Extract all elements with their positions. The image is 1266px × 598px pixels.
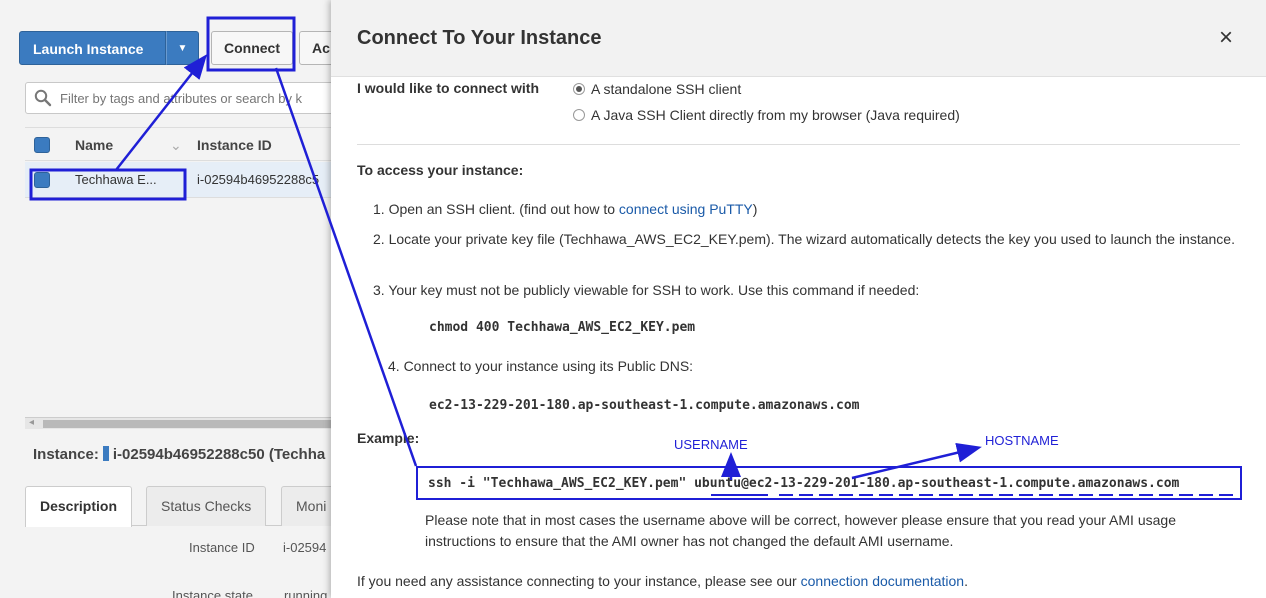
instance-text: i-02594b46952288c50 (Techha	[112, 446, 326, 463]
radio-unchecked-icon[interactable]	[573, 109, 585, 121]
divider	[357, 144, 1240, 145]
horizontal-scrollbar[interactable]: ◂	[25, 417, 331, 429]
username-note: Please note that in most cases the usern…	[425, 512, 1176, 549]
row-checkbox[interactable]	[34, 172, 50, 188]
putty-link[interactable]: connect using PuTTY	[619, 201, 753, 217]
table-row[interactable]: Techhawa E... i-02594b46952288c5	[25, 162, 331, 198]
row-name: Techhawa E...	[75, 172, 157, 187]
column-instance-id[interactable]: Instance ID	[197, 137, 272, 153]
step-4: 4. Connect to your instance using its Pu…	[388, 358, 694, 374]
scroll-left-icon[interactable]: ◂	[29, 417, 34, 428]
sort-icon[interactable]: ⌄	[170, 137, 182, 154]
desc-instance-state-label: Instance state	[172, 588, 253, 598]
option-standalone-label: A standalone SSH client	[591, 81, 742, 97]
option-java-label: A Java SSH Client directly from my brows…	[591, 107, 960, 123]
desc-instance-id-value: i-02594	[283, 540, 327, 555]
assistance-suffix: .	[964, 573, 968, 589]
launch-dropdown-button[interactable]: ▼	[166, 31, 199, 65]
instance-prefix: Instance:	[33, 446, 99, 463]
launch-instance-button[interactable]: Launch Instance	[19, 31, 166, 65]
instances-toolbar: Launch Instance ▼ Connect Ac	[0, 20, 331, 72]
actions-button[interactable]: Ac	[299, 31, 331, 65]
filter-bar[interactable]	[25, 82, 331, 114]
scroll-thumb[interactable]	[43, 420, 331, 428]
step-1-suffix: )	[752, 201, 758, 217]
assistance-note: If you need any assistance connecting to…	[357, 573, 968, 589]
ec2-console: Launch Instance ▼ Connect Ac Name ⌄ Inst…	[0, 0, 331, 598]
hostname-annotation: HOSTNAME	[985, 433, 1059, 448]
step-2: 2. Locate your private key file (Techhaw…	[373, 231, 1235, 247]
step-3: 3. Your key must not be publicly viewabl…	[373, 282, 920, 298]
step-1-text: 1. Open an SSH client. (find out how to	[373, 201, 619, 217]
chmod-command: chmod 400 Techhawa_AWS_EC2_KEY.pem	[429, 320, 696, 335]
select-all-checkbox[interactable]	[34, 137, 50, 153]
connect-with-label: I would like to connect with	[357, 80, 540, 96]
filter-input[interactable]	[60, 88, 331, 108]
example-label: Example:	[357, 430, 420, 446]
column-name[interactable]: Name	[75, 137, 113, 153]
connect-button[interactable]: Connect	[211, 31, 293, 65]
tab-monitoring[interactable]: Moni	[281, 486, 331, 526]
assistance-text: If you need any assistance connecting to…	[357, 573, 801, 589]
screen: Launch Instance ▼ Connect Ac Name ⌄ Inst…	[0, 0, 1266, 598]
radio-checked-icon[interactable]	[573, 83, 585, 95]
option-java-ssh[interactable]: A Java SSH Client directly from my brows…	[573, 107, 960, 123]
access-heading: To access your instance:	[357, 162, 524, 178]
option-standalone-ssh[interactable]: A standalone SSH client	[573, 81, 741, 97]
tab-status-checks[interactable]: Status Checks	[146, 486, 267, 526]
modal-title: Connect To Your Instance	[357, 27, 602, 49]
desc-instance-id-label: Instance ID	[189, 540, 255, 555]
ssh-command-highlight: ssh -i "Techhawa_AWS_EC2_KEY.pem" ubuntu…	[416, 466, 1242, 500]
step-1: 1. Open an SSH client. (find out how to …	[373, 199, 1243, 220]
details-tabs: Description Status Checks Moni	[25, 486, 331, 527]
caret-down-icon: ▼	[177, 43, 188, 54]
selected-instance-title: Instance: i-02594b46952288c50 (Techha	[33, 446, 325, 463]
ssh-command: ssh -i "Techhawa_AWS_EC2_KEY.pem" ubuntu…	[428, 476, 1180, 491]
instance-color-bar	[102, 446, 109, 461]
desc-instance-state-value: running	[284, 588, 328, 598]
connection-documentation-link[interactable]: connection documentation	[801, 573, 964, 589]
connect-modal: Connect To Your Instance × I would like …	[331, 0, 1266, 598]
modal-header: Connect To Your Instance ×	[331, 0, 1266, 77]
row-instance-id: i-02594b46952288c5	[197, 172, 320, 187]
public-dns: ec2-13-229-201-180.ap-southeast-1.comput…	[429, 398, 860, 413]
instances-table-header: Name ⌄ Instance ID	[25, 127, 331, 161]
tab-description[interactable]: Description	[25, 486, 133, 527]
search-icon	[34, 89, 52, 107]
close-icon[interactable]: ×	[1219, 26, 1233, 50]
username-annotation: USERNAME	[674, 437, 748, 452]
